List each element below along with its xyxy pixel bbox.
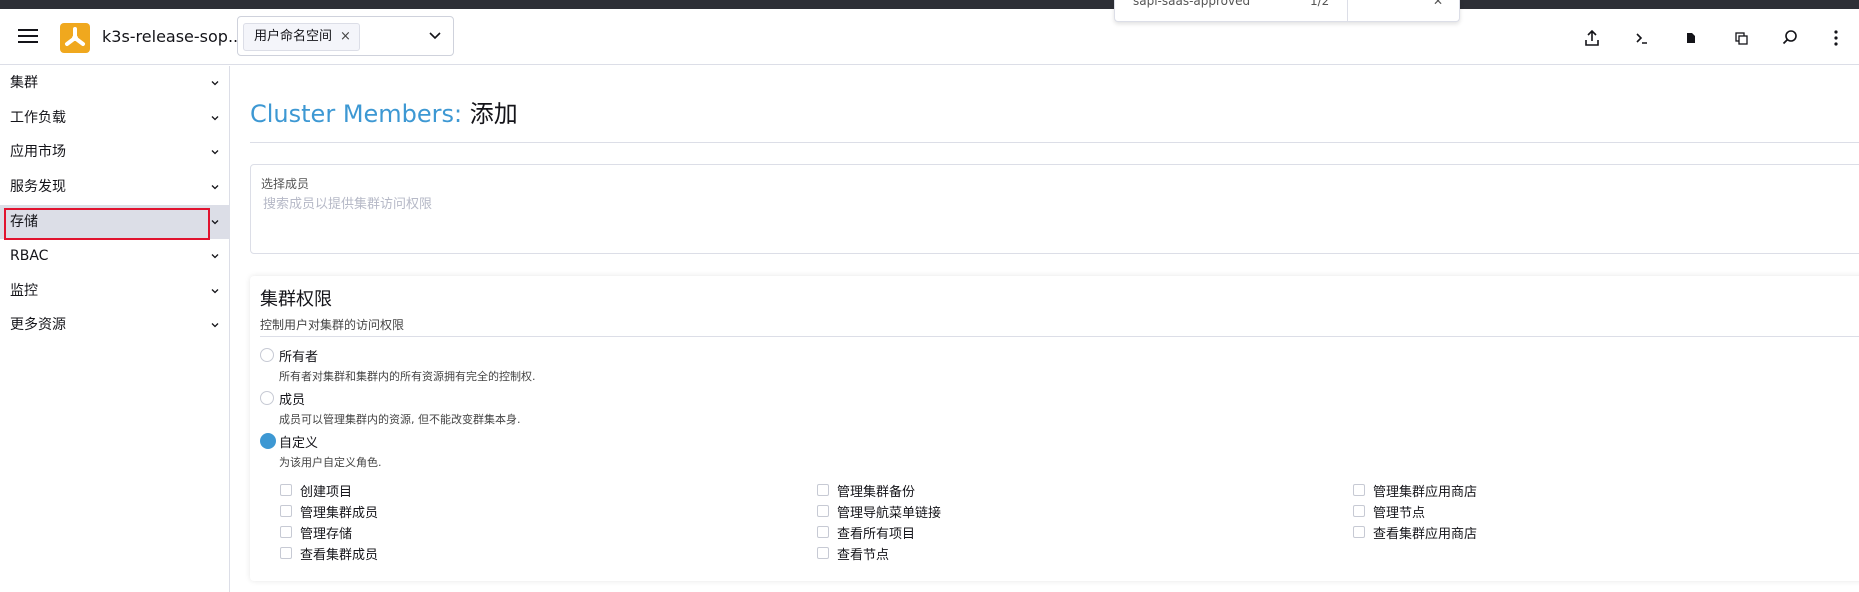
k3s-logo-icon (65, 27, 85, 46)
main-content: Cluster Members: 添加 选择成员 搜索成员以提供集群访问权限 集… (231, 66, 1859, 592)
sidebar-item-workloads[interactable]: 工作负载 (0, 101, 229, 135)
sidebar-item-monitoring[interactable]: 监控 (0, 274, 229, 308)
chevron-down-icon (211, 150, 219, 155)
sidebar: 集群 工作负载 应用市场 服务发现 存储 RBAC 监控 更多资源 (0, 66, 230, 592)
checkbox-label: 查看集群应用商店 (1373, 527, 1478, 542)
member-search-placeholder: 搜索成员以提供集群访问权限 (263, 197, 433, 212)
title-action: 添加 (469, 100, 518, 128)
radio-description: 为该用户自定义角色. (279, 456, 382, 469)
checkbox-label: 管理集群成员 (300, 506, 379, 521)
sidebar-item-label: 应用市场 (10, 144, 66, 160)
checkbox-label: 管理节点 (1373, 506, 1426, 521)
sidebar-item-label: 服务发现 (10, 179, 66, 195)
member-search-label: 选择成员 (261, 177, 310, 191)
sidebar-item-label: 工作负载 (10, 110, 66, 126)
checkbox-label: 查看集群成员 (300, 548, 379, 563)
checkbox[interactable] (280, 505, 292, 517)
search-icon[interactable] (1780, 28, 1800, 48)
file-icon[interactable] (1681, 28, 1701, 48)
checkbox[interactable] (1353, 505, 1365, 517)
divider (260, 336, 1859, 337)
notification-toast: sapi-saas-approved 1/2 ✕ (1114, 0, 1460, 22)
permissions-title: 集群权限 (260, 289, 332, 310)
checkbox[interactable] (280, 526, 292, 538)
sidebar-item-label: RBAC (10, 248, 49, 264)
checkbox[interactable] (1353, 526, 1365, 538)
notification-divider (1347, 0, 1348, 21)
radio-button[interactable] (260, 348, 274, 362)
checkbox[interactable] (1353, 484, 1365, 496)
checkbox[interactable] (280, 484, 292, 496)
checkbox-label: 管理集群应用商店 (1373, 485, 1478, 500)
radio-button-checked[interactable] (260, 433, 276, 449)
sidebar-item-service-discovery[interactable]: 服务发现 (0, 170, 229, 204)
chevron-down-icon (211, 254, 219, 259)
checkbox-label: 创建项目 (300, 485, 353, 500)
cluster-logo[interactable] (60, 23, 90, 53)
remove-tag-icon[interactable]: × (340, 29, 351, 44)
sidebar-item-label: 更多资源 (10, 317, 66, 333)
checkbox[interactable] (817, 547, 829, 559)
radio-label: 所有者 (279, 350, 319, 365)
checkbox[interactable] (817, 505, 829, 517)
menu-icon[interactable] (18, 28, 38, 44)
header: k3s-release-sop... 用户命名空间 × (0, 9, 1859, 65)
chevron-down-icon (211, 220, 219, 225)
radio-label: 自定义 (279, 436, 319, 451)
checkbox-label: 管理导航菜单链接 (837, 506, 942, 521)
cluster-name[interactable]: k3s-release-sop... (102, 27, 243, 46)
sidebar-item-label: 监控 (10, 283, 38, 299)
radio-description: 所有者对集群和集群内的所有资源拥有完全的控制权. (279, 370, 536, 383)
chevron-down-icon (211, 185, 219, 190)
checkbox-label: 管理集群备份 (837, 485, 916, 500)
chevron-down-icon (211, 116, 219, 121)
sidebar-item-label: 集群 (10, 75, 38, 91)
member-search-input[interactable]: 选择成员 搜索成员以提供集群访问权限 (250, 164, 1859, 254)
chevron-down-icon[interactable] (427, 27, 443, 43)
sidebar-item-label: 存储 (10, 214, 38, 230)
checkbox[interactable] (817, 484, 829, 496)
radio-description: 成员可以管理集群内的资源, 但不能改变群集本身. (279, 413, 521, 426)
cluster-permissions-card: 集群权限 控制用户对集群的访问权限 所有者 所有者对集群和集群内的所有资源拥有完… (250, 276, 1859, 581)
sidebar-item-rbac[interactable]: RBAC (0, 239, 229, 273)
sidebar-item-apps[interactable]: 应用市场 (0, 135, 229, 169)
chevron-down-icon (211, 289, 219, 294)
upload-icon[interactable] (1582, 28, 1602, 48)
notification-count: 1/2 (1310, 0, 1330, 8)
checkbox-label: 查看所有项目 (837, 527, 916, 542)
copy-icon[interactable] (1731, 28, 1751, 48)
sidebar-item-storage[interactable]: 存储 (0, 205, 229, 239)
radio-label: 成员 (279, 393, 306, 408)
namespace-select[interactable]: 用户命名空间 × (237, 16, 454, 56)
page-title: Cluster Members: 添加 (250, 94, 518, 129)
radio-button[interactable] (260, 391, 274, 405)
sidebar-item-cluster[interactable]: 集群 (0, 66, 229, 100)
namespace-tag-label: 用户命名空间 (254, 29, 333, 44)
sidebar-item-more-resources[interactable]: 更多资源 (0, 308, 229, 342)
checkbox[interactable] (817, 526, 829, 538)
more-vertical-icon[interactable] (1826, 28, 1846, 48)
namespace-tag: 用户命名空间 × (243, 23, 360, 51)
chevron-down-icon (211, 323, 219, 328)
divider (250, 142, 1859, 143)
permissions-subtitle: 控制用户对集群的访问权限 (260, 318, 405, 332)
checkbox-label: 管理存储 (300, 527, 353, 542)
notification-text: sapi-saas-approved (1133, 0, 1251, 8)
close-icon[interactable]: ✕ (1433, 0, 1443, 8)
title-link[interactable]: Cluster Members: (250, 100, 462, 128)
checkbox[interactable] (280, 547, 292, 559)
chevron-down-icon (211, 81, 219, 86)
top-strip (0, 0, 1859, 9)
checkbox-label: 查看节点 (837, 548, 890, 563)
terminal-icon[interactable] (1632, 28, 1652, 48)
